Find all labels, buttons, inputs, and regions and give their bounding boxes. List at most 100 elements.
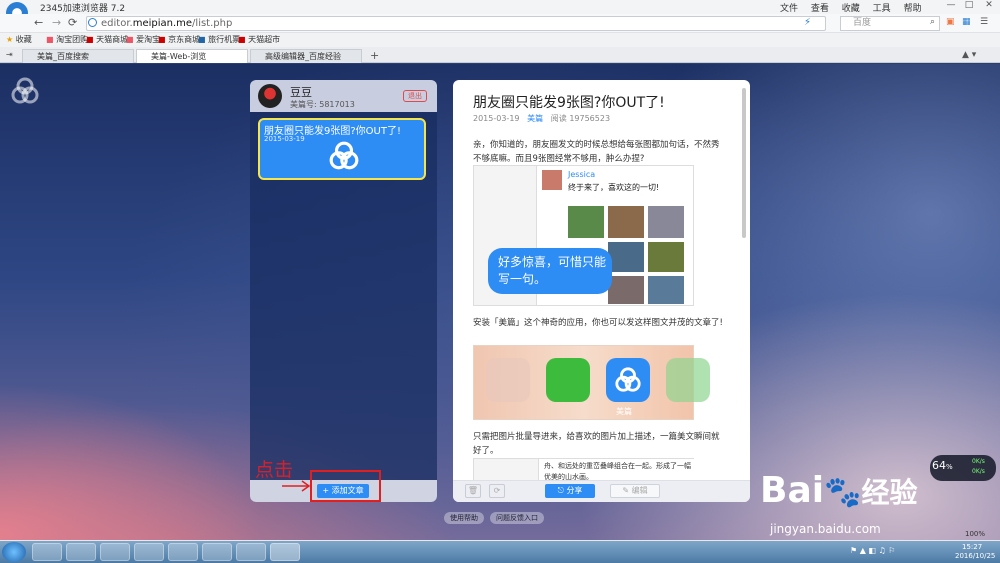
url-domain: meipian.me <box>132 18 193 29</box>
menu-file[interactable]: 文件 <box>780 4 798 14</box>
edit-icon: ✎ <box>622 486 630 495</box>
perf-unit: % <box>946 463 953 471</box>
article-card-date: 2015-03-19 <box>264 135 305 143</box>
search-input[interactable]: 百度 <box>840 16 940 31</box>
refresh-icon[interactable]: ⟳ <box>489 484 505 498</box>
tab-baidu-search[interactable]: 美篇_百度搜索 <box>22 49 134 63</box>
clock-date[interactable]: 2016/10/25 <box>955 552 995 560</box>
new-tab-button[interactable]: + <box>370 49 379 62</box>
bookmark-1[interactable]: ■ 淘宝团购 <box>46 34 88 45</box>
logout-button[interactable]: 退出 <box>403 90 427 102</box>
menu-help[interactable]: 帮助 <box>904 4 922 14</box>
settings-icon[interactable]: ☰ <box>980 17 988 27</box>
article-paragraph-2: 安装「美篇」这个神奇的应用，你也可以发这样图文并茂的文章了! <box>473 318 723 328</box>
close-icon[interactable]: ✕ <box>982 0 996 12</box>
window-title: 2345加速浏览器 7.2 <box>40 4 126 14</box>
scrollbar[interactable] <box>742 88 746 238</box>
bookmark-2[interactable]: ■ 天猫商城 <box>86 34 128 45</box>
upload-speed: 0K/s <box>972 458 985 465</box>
menu-favorites[interactable]: 收藏 <box>842 4 860 14</box>
taskbar-excel-icon[interactable] <box>236 543 266 561</box>
apps-icon[interactable]: ▦ <box>962 17 971 27</box>
feedback-link[interactable]: 问题反馈入口 <box>490 512 544 524</box>
app-label: 美篇 <box>616 407 632 416</box>
tab-meipian-web[interactable]: 美篇-Web-浏览 <box>136 49 248 63</box>
star-icon: ★ <box>6 35 14 44</box>
performance-value: 64% <box>932 459 953 472</box>
bookmark-label: 天猫超市 <box>248 35 281 44</box>
watermark-url: jingyan.baidu.com <box>770 522 881 536</box>
article-paragraph-3: 只需把图片批量导进来，给喜欢的图片加上描述，一篇美文瞬间就好了。 <box>473 432 720 456</box>
messages-icon <box>666 358 710 402</box>
system-tray-icons[interactable]: ⚑ ▲ ◧ ♫ ⚐ <box>850 546 895 555</box>
favorites-label: 收藏 <box>15 35 32 44</box>
article-meta: 2015-03-19 美篇 阅读 19756523 <box>473 113 610 124</box>
taskbar-security-icon[interactable] <box>168 543 198 561</box>
article-list-panel: 豆豆 美篇号: 5817013 退出 朋友圈只能发9张图?你OUT了! 2015… <box>250 80 437 502</box>
menu-bar: 文件 查看 收藏 工具 帮助 <box>780 1 932 14</box>
meipian-logo-icon <box>615 367 641 392</box>
speech-bubble: 好多惊喜，可惜只能写一句。 <box>488 248 612 294</box>
bookmark-label: 淘宝团购 <box>56 35 89 44</box>
back-icon[interactable]: ← <box>34 16 43 29</box>
taskbar-browser-icon[interactable] <box>32 543 62 561</box>
menu-tools[interactable]: 工具 <box>873 4 891 14</box>
article-paragraph-1: 亲，你知道的，朋友圈发文的时候总想给每张图都加句话，不然秀不够底嘛。而且9张图经… <box>473 140 720 164</box>
username: 豆豆 <box>290 86 312 99</box>
bookmark-5[interactable]: ■ 旅行机票 <box>198 34 240 45</box>
edit-label: 编辑 <box>631 486 648 495</box>
article-image-2: 美篇 <box>473 345 710 420</box>
click-annotation: 点击 <box>255 459 294 481</box>
start-button[interactable] <box>2 542 26 562</box>
profile-photo <box>542 170 562 190</box>
delete-icon[interactable]: 🗑 <box>465 484 481 498</box>
bookmark-label: 爱淘宝 <box>136 35 161 44</box>
bookmark-3[interactable]: ■ 爱淘宝 <box>126 34 160 45</box>
bookmark-4[interactable]: ■ 京东商城 <box>158 34 200 45</box>
article-author[interactable]: 美篇 <box>527 114 543 123</box>
speed-mode-icon[interactable]: ⚡ <box>804 17 811 28</box>
favorites-button[interactable]: ★ 收藏 <box>6 34 32 45</box>
article-date: 2015-03-19 <box>473 114 520 123</box>
sidebar-toggle-icon[interactable]: ⇥ <box>6 50 13 59</box>
watermark-text: Bai <box>760 470 825 511</box>
article-card[interactable]: 朋友圈只能发9张图?你OUT了! 2015-03-19 <box>258 118 426 180</box>
tab-label: 高级编辑器_百度经验 <box>265 52 341 61</box>
minimize-icon[interactable]: — <box>944 0 958 12</box>
bookmark-label: 京东商城 <box>168 35 201 44</box>
share-label: 分享 <box>566 486 583 495</box>
arrow-icon <box>282 480 311 492</box>
menu-view[interactable]: 查看 <box>811 4 829 14</box>
share-button[interactable]: ⎋ 分享 <box>545 484 595 498</box>
taskbar-ppt-icon[interactable] <box>100 543 130 561</box>
weibo-icon <box>486 358 530 402</box>
bookmark-label: 天猫商城 <box>96 35 129 44</box>
perf-value: 64 <box>932 459 946 472</box>
edit-button[interactable]: ✎ 编辑 <box>610 484 660 498</box>
extension-icon[interactable]: ▣ <box>946 17 955 27</box>
wechat-icon <box>546 358 590 402</box>
bookmark-label: 旅行机票 <box>208 35 241 44</box>
search-icon[interactable]: ⌕ <box>930 17 935 27</box>
zoom-level[interactable]: 100% <box>965 530 985 538</box>
clock-time[interactable]: 15:27 <box>962 543 982 551</box>
refresh-icon[interactable]: ⟳ <box>68 16 77 29</box>
article-image-1: Jessica 终于来了，喜欢这的一切! 好多惊喜，可惜只能写一句。 <box>473 165 694 306</box>
tab-menu-icon[interactable]: ▲ ▾ <box>962 50 976 60</box>
taskbar-media-icon[interactable] <box>134 543 164 561</box>
meipian-app-icon <box>606 358 650 402</box>
help-link[interactable]: 使用帮助 <box>444 512 484 524</box>
taskbar-explorer-icon[interactable] <box>66 543 96 561</box>
tab-advanced-editor[interactable]: 高级编辑器_百度经验 <box>250 49 362 63</box>
address-input[interactable]: editor.meipian.me/list.php <box>86 16 826 31</box>
search-placeholder: 百度 <box>853 18 872 28</box>
paw-icon: 🐾 <box>824 475 862 510</box>
avatar[interactable] <box>258 84 282 108</box>
meipian-logo-icon <box>11 77 39 104</box>
maximize-icon[interactable]: □ <box>962 0 976 12</box>
forward-icon[interactable]: → <box>52 16 61 29</box>
taskbar-app-icon[interactable] <box>270 543 300 561</box>
taskbar-chrome-icon[interactable] <box>202 543 232 561</box>
bookmark-6[interactable]: ■ 天猫超市 <box>238 34 280 45</box>
bookmark-icon: ■ <box>158 35 166 44</box>
